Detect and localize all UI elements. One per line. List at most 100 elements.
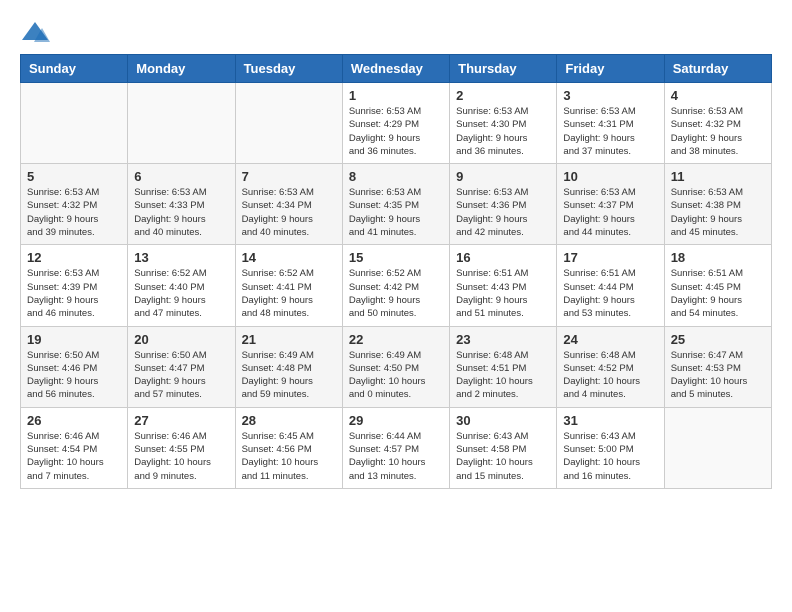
day-cell: 31Sunrise: 6:43 AM Sunset: 5:00 PM Dayli…: [557, 407, 664, 488]
day-number: 25: [671, 332, 765, 347]
logo: [20, 20, 54, 44]
header-day-wednesday: Wednesday: [342, 55, 449, 83]
day-info: Sunrise: 6:53 AM Sunset: 4:33 PM Dayligh…: [134, 186, 228, 239]
day-cell: [235, 83, 342, 164]
day-cell: 24Sunrise: 6:48 AM Sunset: 4:52 PM Dayli…: [557, 326, 664, 407]
day-number: 9: [456, 169, 550, 184]
day-info: Sunrise: 6:53 AM Sunset: 4:38 PM Dayligh…: [671, 186, 765, 239]
day-number: 17: [563, 250, 657, 265]
day-info: Sunrise: 6:45 AM Sunset: 4:56 PM Dayligh…: [242, 430, 336, 483]
week-row-5: 26 Sunrise: 6:46 AM Sunset: 4:54 PM Dayli…: [21, 407, 772, 488]
header-day-sunday: Sunday: [21, 55, 128, 83]
day-info: Sunrise: 6:52 AM Sunset: 4:40 PM Dayligh…: [134, 267, 228, 320]
day-cell: 29Sunrise: 6:44 AM Sunset: 4:57 PM Dayli…: [342, 407, 449, 488]
day-info: Sunrise: 6:49 AM Sunset: 4:48 PM Dayligh…: [242, 349, 336, 402]
calendar-table: SundayMondayTuesdayWednesdayThursdayFrid…: [20, 54, 772, 489]
day-cell: 23 Sunrise: 6:48 AM Sunset: 4:51 PM Dayli…: [450, 326, 557, 407]
day-number: 13: [134, 250, 228, 265]
day-number: 3: [563, 88, 657, 103]
day-cell: [664, 407, 771, 488]
day-info: Sunrise: 6:49 AM Sunset: 4:50 PM Dayligh…: [349, 349, 443, 402]
day-number: 7: [242, 169, 336, 184]
day-number: 24: [563, 332, 657, 347]
day-info: Sunrise: 6:51 AM Sunset: 4:44 PM Dayligh…: [563, 267, 657, 320]
day-number: 20: [134, 332, 228, 347]
day-cell: 12 Sunrise: 6:53 AM Sunset: 4:39 PM Dayli…: [21, 245, 128, 326]
day-cell: 20 Sunrise: 6:50 AM Sunset: 4:47 PM Dayli…: [128, 326, 235, 407]
header-day-monday: Monday: [128, 55, 235, 83]
day-number: 6: [134, 169, 228, 184]
week-row-4: 19 Sunrise: 6:50 AM Sunset: 4:46 PM Dayli…: [21, 326, 772, 407]
day-info: Sunrise: 6:53 AM Sunset: 4:32 PM Dayligh…: [27, 186, 121, 239]
day-cell: 3Sunrise: 6:53 AM Sunset: 4:31 PM Daylig…: [557, 83, 664, 164]
day-cell: 18 Sunrise: 6:51 AM Sunset: 4:45 PM Dayli…: [664, 245, 771, 326]
header-day-thursday: Thursday: [450, 55, 557, 83]
day-number: 4: [671, 88, 765, 103]
day-number: 23: [456, 332, 550, 347]
day-cell: 1Sunrise: 6:53 AM Sunset: 4:29 PM Daylig…: [342, 83, 449, 164]
day-cell: 2Sunrise: 6:53 AM Sunset: 4:30 PM Daylig…: [450, 83, 557, 164]
day-info: Sunrise: 6:53 AM Sunset: 4:36 PM Dayligh…: [456, 186, 550, 239]
day-number: 27: [134, 413, 228, 428]
day-number: 14: [242, 250, 336, 265]
day-info: Sunrise: 6:51 AM Sunset: 4:43 PM Dayligh…: [456, 267, 550, 320]
day-cell: 16 Sunrise: 6:51 AM Sunset: 4:43 PM Dayli…: [450, 245, 557, 326]
day-number: 5: [27, 169, 121, 184]
day-info: Sunrise: 6:53 AM Sunset: 4:29 PM Dayligh…: [349, 105, 443, 158]
week-row-2: 5 Sunrise: 6:53 AM Sunset: 4:32 PM Daylig…: [21, 164, 772, 245]
day-cell: 13 Sunrise: 6:52 AM Sunset: 4:40 PM Dayli…: [128, 245, 235, 326]
week-row-1: 1Sunrise: 6:53 AM Sunset: 4:29 PM Daylig…: [21, 83, 772, 164]
calendar-header: SundayMondayTuesdayWednesdayThursdayFrid…: [21, 55, 772, 83]
day-number: 12: [27, 250, 121, 265]
day-info: Sunrise: 6:50 AM Sunset: 4:46 PM Dayligh…: [27, 349, 121, 402]
day-info: Sunrise: 6:53 AM Sunset: 4:34 PM Dayligh…: [242, 186, 336, 239]
day-cell: 19 Sunrise: 6:50 AM Sunset: 4:46 PM Dayli…: [21, 326, 128, 407]
day-info: Sunrise: 6:46 AM Sunset: 4:54 PM Dayligh…: [27, 430, 121, 483]
header: [20, 20, 772, 44]
day-cell: [21, 83, 128, 164]
day-cell: 17 Sunrise: 6:51 AM Sunset: 4:44 PM Dayli…: [557, 245, 664, 326]
calendar-body: 1Sunrise: 6:53 AM Sunset: 4:29 PM Daylig…: [21, 83, 772, 489]
day-number: 26: [27, 413, 121, 428]
logo-icon: [20, 20, 50, 44]
day-cell: 22 Sunrise: 6:49 AM Sunset: 4:50 PM Dayli…: [342, 326, 449, 407]
day-info: Sunrise: 6:47 AM Sunset: 4:53 PM Dayligh…: [671, 349, 765, 402]
day-cell: 6 Sunrise: 6:53 AM Sunset: 4:33 PM Daylig…: [128, 164, 235, 245]
day-cell: 5 Sunrise: 6:53 AM Sunset: 4:32 PM Daylig…: [21, 164, 128, 245]
day-cell: 21 Sunrise: 6:49 AM Sunset: 4:48 PM Dayli…: [235, 326, 342, 407]
day-cell: 11 Sunrise: 6:53 AM Sunset: 4:38 PM Dayli…: [664, 164, 771, 245]
day-info: Sunrise: 6:51 AM Sunset: 4:45 PM Dayligh…: [671, 267, 765, 320]
day-number: 21: [242, 332, 336, 347]
day-cell: 14 Sunrise: 6:52 AM Sunset: 4:41 PM Dayli…: [235, 245, 342, 326]
header-day-saturday: Saturday: [664, 55, 771, 83]
day-cell: [128, 83, 235, 164]
day-number: 2: [456, 88, 550, 103]
day-cell: 25 Sunrise: 6:47 AM Sunset: 4:53 PM Dayli…: [664, 326, 771, 407]
week-row-3: 12 Sunrise: 6:53 AM Sunset: 4:39 PM Dayli…: [21, 245, 772, 326]
day-info: Sunrise: 6:53 AM Sunset: 4:35 PM Dayligh…: [349, 186, 443, 239]
day-info: Sunrise: 6:43 AM Sunset: 5:00 PM Dayligh…: [563, 430, 657, 483]
day-info: Sunrise: 6:53 AM Sunset: 4:37 PM Dayligh…: [563, 186, 657, 239]
day-cell: 15Sunrise: 6:52 AM Sunset: 4:42 PM Dayli…: [342, 245, 449, 326]
day-info: Sunrise: 6:48 AM Sunset: 4:51 PM Dayligh…: [456, 349, 550, 402]
day-number: 29: [349, 413, 443, 428]
day-cell: 30 Sunrise: 6:43 AM Sunset: 4:58 PM Dayli…: [450, 407, 557, 488]
header-day-tuesday: Tuesday: [235, 55, 342, 83]
day-info: Sunrise: 6:53 AM Sunset: 4:39 PM Dayligh…: [27, 267, 121, 320]
day-cell: 9 Sunrise: 6:53 AM Sunset: 4:36 PM Daylig…: [450, 164, 557, 245]
day-number: 16: [456, 250, 550, 265]
day-number: 18: [671, 250, 765, 265]
day-info: Sunrise: 6:50 AM Sunset: 4:47 PM Dayligh…: [134, 349, 228, 402]
day-number: 30: [456, 413, 550, 428]
day-number: 22: [349, 332, 443, 347]
day-cell: 4 Sunrise: 6:53 AM Sunset: 4:32 PM Daylig…: [664, 83, 771, 164]
day-number: 11: [671, 169, 765, 184]
day-info: Sunrise: 6:43 AM Sunset: 4:58 PM Dayligh…: [456, 430, 550, 483]
day-info: Sunrise: 6:53 AM Sunset: 4:32 PM Dayligh…: [671, 105, 765, 158]
day-cell: 27Sunrise: 6:46 AM Sunset: 4:55 PM Dayli…: [128, 407, 235, 488]
header-day-friday: Friday: [557, 55, 664, 83]
day-cell: 8Sunrise: 6:53 AM Sunset: 4:35 PM Daylig…: [342, 164, 449, 245]
day-number: 19: [27, 332, 121, 347]
day-number: 15: [349, 250, 443, 265]
day-info: Sunrise: 6:52 AM Sunset: 4:41 PM Dayligh…: [242, 267, 336, 320]
